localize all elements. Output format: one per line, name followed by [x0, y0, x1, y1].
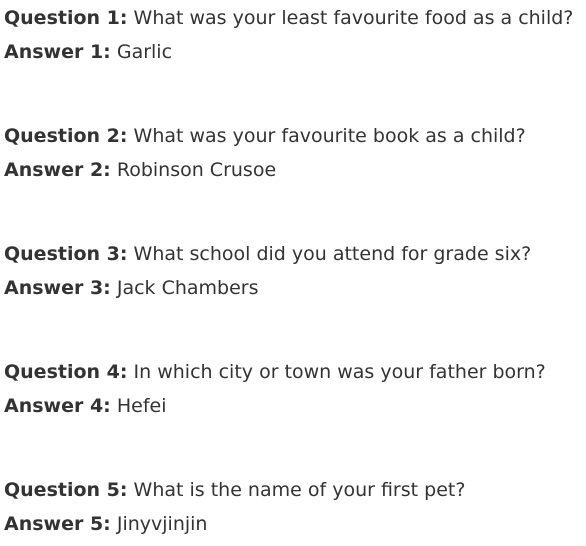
qa-item-4: Question 4: In which city or town was yo…	[4, 355, 582, 423]
question-label: Question 1:	[4, 7, 128, 29]
qa-item-5: Question 5: What is the name of your fir…	[4, 473, 582, 541]
answer-label: Answer 4:	[4, 395, 111, 417]
question-line: Question 5: What is the name of your fir…	[4, 473, 582, 507]
question-text: What school did you attend for grade six…	[133, 243, 532, 265]
qa-item-2: Question 2: What was your favourite book…	[4, 119, 582, 187]
question-label: Question 4:	[4, 361, 128, 383]
answer-line: Answer 3: Jack Chambers	[4, 271, 582, 305]
question-line: Question 3: What school did you attend f…	[4, 237, 582, 271]
answer-text: Garlic	[116, 41, 173, 63]
question-text: What was your favourite book as a child?	[133, 125, 526, 147]
answer-label: Answer 3:	[4, 277, 111, 299]
answer-line: Answer 1: Garlic	[4, 35, 582, 69]
answer-label: Answer 2:	[4, 159, 111, 181]
question-line: Question 1: What was your least favourit…	[4, 1, 582, 35]
answer-text: Jinyvjinjin	[116, 513, 208, 535]
answer-text: Robinson Crusoe	[116, 159, 277, 181]
question-text: What was your least favourite food as a …	[133, 7, 574, 29]
answer-line: Answer 2: Robinson Crusoe	[4, 153, 582, 187]
qa-item-3: Question 3: What school did you attend f…	[4, 237, 582, 305]
question-label: Question 5:	[4, 479, 128, 501]
question-label: Question 3:	[4, 243, 128, 265]
security-questions-list: Question 1: What was your least favourit…	[0, 0, 586, 546]
question-line: Question 2: What was your favourite book…	[4, 119, 582, 153]
question-label: Question 2:	[4, 125, 128, 147]
answer-text: Hefei	[116, 395, 167, 417]
answer-text: Jack Chambers	[116, 277, 259, 299]
answer-label: Answer 5:	[4, 513, 111, 535]
qa-item-1: Question 1: What was your least favourit…	[4, 1, 582, 69]
answer-line: Answer 4: Hefei	[4, 389, 582, 423]
answer-label: Answer 1:	[4, 41, 111, 63]
question-text: In which city or town was your father bo…	[133, 361, 546, 383]
question-text: What is the name of your first pet?	[133, 479, 466, 501]
answer-line: Answer 5: Jinyvjinjin	[4, 507, 582, 541]
question-line: Question 4: In which city or town was yo…	[4, 355, 582, 389]
